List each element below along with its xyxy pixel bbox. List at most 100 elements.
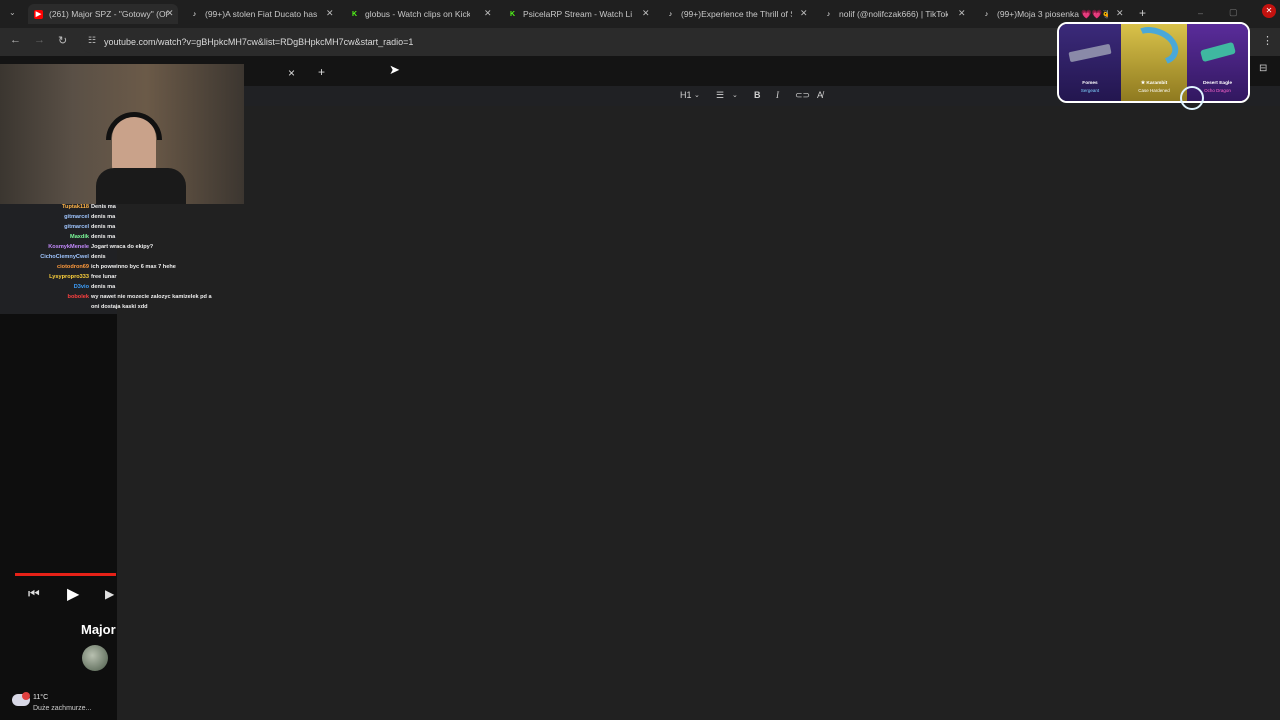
youtube-icon: ▶ xyxy=(34,9,43,19)
tab-title: globus - Watch clips on Kick xyxy=(365,9,470,19)
chat-text: ich powwinno byc 6 max 7 hehe xyxy=(91,264,176,270)
weather-widget[interactable]: 11°C Duże zachmurze... xyxy=(0,690,117,720)
tab-close-icon[interactable]: ✕ xyxy=(642,8,650,19)
editor-canvas[interactable] xyxy=(117,106,1280,720)
tiktok-icon: ♪ xyxy=(192,10,197,18)
tab-youtube[interactable]: ▶ (261) Major SPZ - "Gotowy" (Of xyxy=(28,4,178,24)
italic-button[interactable]: I xyxy=(776,90,779,100)
webcam-overlay xyxy=(0,64,244,204)
menu-dots-icon[interactable]: ⋮ xyxy=(1262,34,1273,47)
heading-dropdown[interactable]: H1 xyxy=(680,90,692,100)
forward-icon[interactable]: → xyxy=(34,34,45,46)
list-icon[interactable]: ☰ xyxy=(716,90,724,101)
kick-icon: K xyxy=(351,10,358,18)
video-progress-bar[interactable] xyxy=(15,573,116,576)
chat-text: denis ma xyxy=(91,224,116,230)
chat-message: gitmarcel denis ma xyxy=(0,224,244,234)
tab-kick-1[interactable]: K globus - Watch clips on Kick xyxy=(350,4,470,24)
maximize-icon[interactable]: ▢ xyxy=(1229,7,1238,18)
url-text[interactable]: youtube.com/watch?v=gBHpkcMH7cw&list=RDg… xyxy=(104,37,413,47)
weather-desc: Duże zachmurze... xyxy=(33,705,92,712)
chat-message: oni dostaja kaski xdd xyxy=(0,304,244,314)
chat-username: CichoCiemnyCwel xyxy=(40,254,89,260)
chat-text: denis ma xyxy=(91,214,116,220)
chat-text: Denis ma xyxy=(91,204,116,210)
back-icon[interactable]: ← xyxy=(10,34,21,46)
search-magnifier-icon xyxy=(1180,86,1204,110)
video-title[interactable]: Major xyxy=(81,622,116,637)
tab-title: PsicelaRP Stream - Watch Live xyxy=(523,9,632,19)
tab-tiktok-4[interactable]: ♪ (99+)Moja 3 piosenka 💗💗🐝 xyxy=(982,4,1108,24)
chevron-down-icon[interactable]: ⌄ xyxy=(732,91,738,99)
tab-kick-2[interactable]: K PsicelaRP Stream - Watch Live xyxy=(508,4,632,24)
chat-message: bobolek wy nawet nie mozecie zalozyc kam… xyxy=(0,294,244,304)
tab-search-chevron-icon[interactable]: ⌄ xyxy=(9,8,16,17)
tab-close-icon[interactable]: ✕ xyxy=(326,8,334,19)
site-info-icon[interactable]: ☷ xyxy=(88,35,96,46)
minimize-icon[interactable]: – xyxy=(1198,8,1203,18)
add-icon[interactable]: + xyxy=(318,65,325,79)
tab-close-icon[interactable]: ✕ xyxy=(800,8,808,19)
tab-tiktok-3[interactable]: ♪ nolif (@nolifczak666) | TikTok xyxy=(824,4,948,24)
tab-tiktok-2[interactable]: ♪ (99+)Experience the Thrill of Sp xyxy=(666,4,792,24)
skins-overlay-card: Fomes Sergeant ★ Karambit Case Hardened … xyxy=(1057,22,1250,103)
skin-name: Fomes xyxy=(1082,81,1098,86)
skin-item: Fomes Sergeant xyxy=(1059,24,1121,101)
tiktok-icon: ♪ xyxy=(668,10,673,18)
chat-text: denis xyxy=(91,254,106,260)
chat-username: gitmarcel xyxy=(64,214,89,220)
chat-text: oni dostaja kaski xdd xyxy=(91,304,148,310)
chat-text: wy nawet nie mozecie zalozyc kamizelek p… xyxy=(91,294,212,300)
kick-icon: K xyxy=(509,10,516,18)
chat-message: KosmykMenele Jogart wraca do ekipy? xyxy=(0,244,244,254)
chat-overlay: Tuptak118 Denis ma gitmarcel denis ma gi… xyxy=(0,204,244,314)
new-tab-button[interactable]: + xyxy=(1139,6,1146,20)
link-icon[interactable]: ⊂⊃ xyxy=(795,90,810,101)
chat-text: denis ma xyxy=(91,284,116,290)
tab-title: (99+)Experience the Thrill of Sp xyxy=(681,9,792,19)
tab-title: nolif (@nolifczak666) | TikTok xyxy=(839,9,948,19)
chat-username: gitmarcel xyxy=(64,224,89,230)
webcam-body xyxy=(96,168,186,204)
clear-format-icon[interactable]: A̸ xyxy=(817,90,823,100)
chat-username: ciotodron69 xyxy=(56,264,89,270)
chat-message: Lysypropro333 free lunar xyxy=(0,274,244,284)
chat-text: free lunar xyxy=(91,274,117,280)
chat-username: KosmykMenele xyxy=(48,244,89,250)
webcam-headset xyxy=(106,112,162,140)
chat-message: CichoCiemnyCwel denis xyxy=(0,254,244,264)
pistol-icon xyxy=(1200,41,1236,63)
tab-close-icon[interactable]: ✕ xyxy=(1116,8,1124,19)
skin-sub: Case Hardened xyxy=(1138,88,1170,93)
close-icon[interactable]: × xyxy=(288,66,295,80)
sidebar-toggle-icon[interactable]: ⊟ xyxy=(1259,63,1267,74)
chat-username: Tuptak118 xyxy=(62,204,89,210)
chat-message: Tuptak118 Denis ma xyxy=(0,204,244,214)
tab-title: (99+)A stolen Fiat Ducato has c xyxy=(205,9,318,19)
chat-message: gitmarcel denis ma xyxy=(0,214,244,224)
chat-message: D3vio denis ma xyxy=(0,284,244,294)
chat-message: ciotodron69 ich powwinno byc 6 max 7 heh… xyxy=(0,264,244,274)
reload-icon[interactable]: ↻ xyxy=(58,34,67,47)
mouse-cursor-icon: ➤ xyxy=(389,62,400,77)
tab-title: (99+)Moja 3 piosenka 💗💗🐝 xyxy=(997,8,1108,19)
tab-tiktok-1[interactable]: ♪ (99+)A stolen Fiat Ducato has c xyxy=(190,4,318,24)
weather-temp: 11°C xyxy=(33,694,49,701)
next-icon[interactable]: ▶ xyxy=(105,587,114,601)
tiktok-icon: ♪ xyxy=(984,10,989,18)
channel-avatar[interactable] xyxy=(82,645,108,671)
chevron-down-icon[interactable]: ⌄ xyxy=(694,91,700,99)
play-icon[interactable]: ▶ xyxy=(67,584,79,604)
window-close-icon[interactable]: ✕ xyxy=(1262,4,1276,18)
previous-icon[interactable]: ⏮ xyxy=(28,586,40,602)
chat-text: denis ma xyxy=(91,234,116,240)
tab-close-icon[interactable]: ✕ xyxy=(958,8,966,19)
tiktok-icon: ♪ xyxy=(826,10,831,18)
tab-close-icon[interactable]: ✕ xyxy=(166,8,174,19)
chat-username: D3vio xyxy=(73,284,89,290)
rifle-icon xyxy=(1068,43,1112,63)
skin-name: Desert Eagle xyxy=(1202,81,1233,86)
bold-button[interactable]: B xyxy=(754,90,761,100)
knife-icon xyxy=(1124,24,1184,72)
tab-close-icon[interactable]: ✕ xyxy=(484,8,492,19)
